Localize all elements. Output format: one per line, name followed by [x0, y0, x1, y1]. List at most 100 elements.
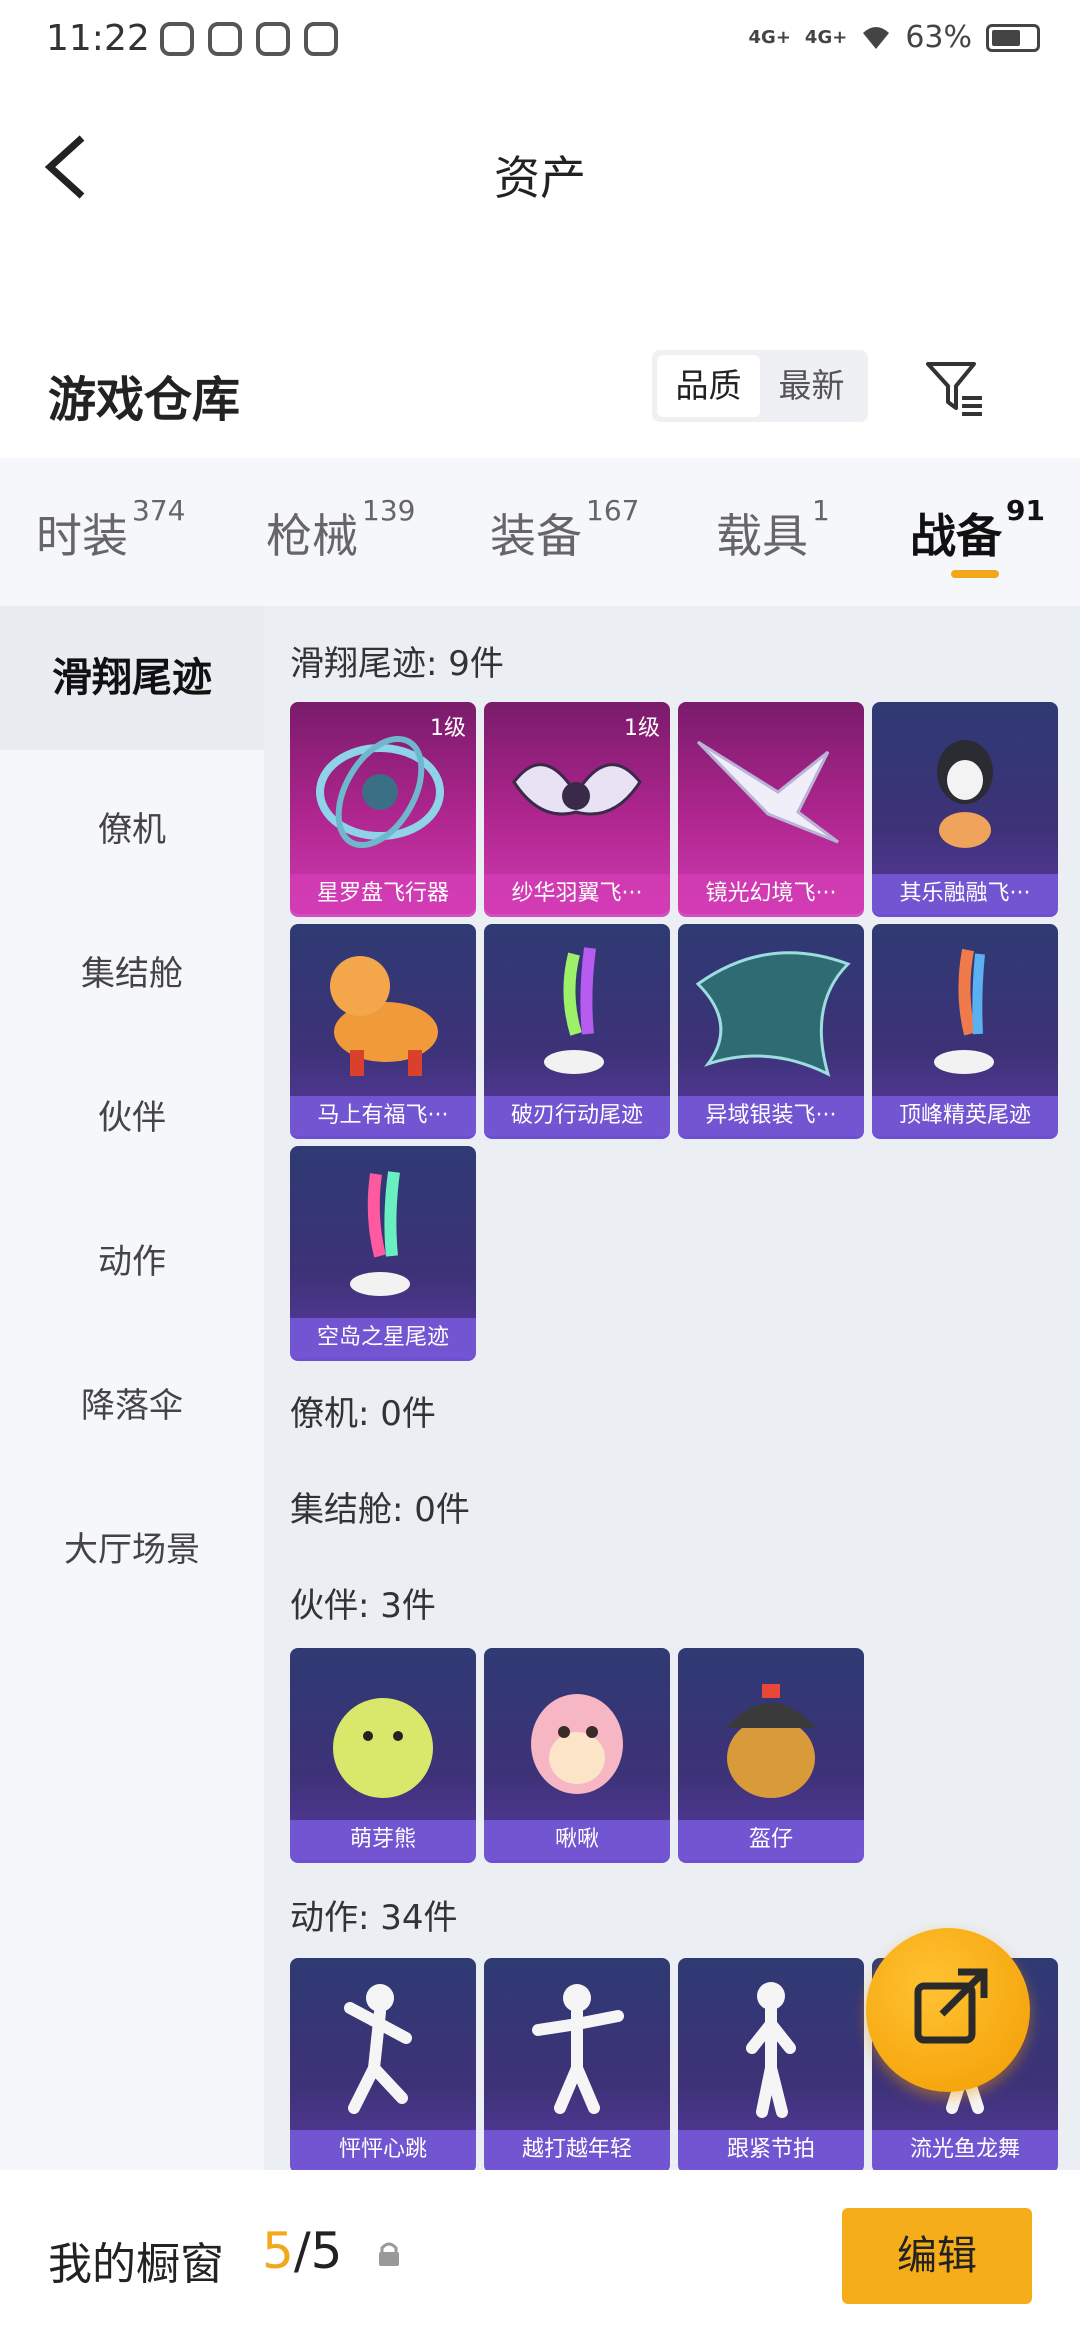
dancer-icon	[532, 1984, 624, 2114]
item-card[interactable]: 怦怦心跳	[290, 1958, 476, 2170]
item-name: 越打越年轻	[484, 2130, 670, 2170]
item-card[interactable]: 越打越年轻	[484, 1958, 670, 2170]
group-title-glide: 滑翔尾迹: 9件	[290, 644, 504, 684]
status-time: 11:22	[46, 18, 150, 59]
battery-percent: 63%	[905, 20, 972, 55]
share-fab-button[interactable]	[866, 1928, 1030, 2092]
tab-fashion[interactable]: 时装 374	[36, 494, 185, 566]
category-tabs: 时装 374 枪械 139 装备 167 载具 1 战备 91	[0, 458, 1080, 606]
showcase-current: 5	[262, 2222, 294, 2280]
app-notification-icon	[160, 22, 194, 56]
signal-icon: 4G+	[804, 27, 848, 48]
tab-count: 139	[362, 494, 416, 527]
sidebar-item-rally-pod[interactable]: 集结舱	[0, 946, 264, 995]
item-name: 盔仔	[678, 1820, 864, 1860]
group-title-emote: 动作: 34件	[290, 1898, 458, 1938]
item-level: 1级	[430, 716, 466, 741]
signal-icon: 4G+	[748, 27, 791, 48]
sort-quality-button[interactable]: 品质	[657, 355, 760, 417]
sidebar-item-emote[interactable]: 动作	[0, 1234, 264, 1283]
item-name: 纱华羽翼飞···	[484, 874, 670, 914]
tab-equipment[interactable]: 装备 167	[490, 494, 639, 566]
showcase-bar: 我的橱窗 5/5 编辑	[0, 2170, 1080, 2340]
armored-wing-icon	[695, 951, 851, 1077]
item-card[interactable]: 萌芽熊	[290, 1648, 476, 1860]
item-name: 镜光幻境飞···	[678, 874, 864, 914]
item-level: 1级	[624, 716, 660, 741]
tab-label: 载具	[716, 509, 808, 563]
dancer-icon	[746, 1982, 796, 2118]
item-card[interactable]: 其乐融融飞···	[872, 702, 1058, 914]
sidebar-item-parachute[interactable]: 降落伞	[0, 1378, 264, 1427]
app-notification-icon	[304, 22, 338, 56]
item-name: 星罗盘飞行器	[290, 874, 476, 914]
status-bar: 11:22 4G+ 4G+ 63%	[0, 0, 1080, 84]
item-name: 啾啾	[484, 1820, 670, 1860]
rainbow-trail-icon	[544, 947, 604, 1074]
helmet-bird-icon	[726, 1684, 816, 1798]
status-right: 4G+ 4G+ 63%	[749, 20, 1040, 55]
showcase-count: 5/5	[262, 2222, 342, 2280]
tab-vehicles[interactable]: 载具 1	[716, 494, 830, 566]
sidebar-item-lobby-scene[interactable]: 大厅场景	[0, 1522, 264, 1571]
item-name: 跟紧节拍	[678, 2130, 864, 2170]
sidebar-item-partner[interactable]: 伙伴	[0, 1090, 264, 1139]
tab-battle-gear[interactable]: 战备 91	[910, 494, 1045, 566]
warehouse-header: 游戏仓库 品质 最新	[0, 330, 1080, 450]
app-notification-icon	[256, 22, 290, 56]
item-card[interactable]: 马上有福飞···	[290, 924, 476, 1136]
sidebar-item-glide-trail[interactable]: 滑翔尾迹	[0, 606, 264, 750]
tab-label: 装备	[490, 509, 582, 563]
top-bar: 资产	[0, 84, 1080, 244]
lock-icon	[379, 2242, 399, 2266]
external-link-icon	[914, 1968, 988, 2044]
item-card[interactable]: 破刃行动尾迹	[484, 924, 670, 1136]
showcase-label: 我的橱窗	[48, 2239, 224, 2290]
group-title-partner: 伙伴: 3件	[290, 1586, 436, 1626]
penguin-icon	[937, 740, 993, 848]
item-card[interactable]: 异域银装飞···	[678, 924, 864, 1136]
sub-category-sidebar: 滑翔尾迹 僚机 集结舱 伙伴 动作 降落伞 大厅场景	[0, 606, 264, 2170]
sidebar-item-wingman[interactable]: 僚机	[0, 802, 264, 851]
filter-icon[interactable]	[922, 356, 986, 420]
item-name: 顶峰精英尾迹	[872, 1096, 1058, 1136]
item-card[interactable]: 啾啾	[484, 1648, 670, 1860]
item-card[interactable]: 盔仔	[678, 1648, 864, 1860]
crystal-wing-icon	[696, 740, 839, 844]
tab-count: 91	[1006, 494, 1045, 527]
sort-newest-button[interactable]: 最新	[760, 355, 863, 417]
item-name: 萌芽熊	[290, 1820, 476, 1860]
item-card[interactable]: 顶峰精英尾迹	[872, 924, 1058, 1136]
sort-toggle: 品质 最新	[652, 350, 868, 422]
item-name: 马上有福飞···	[290, 1096, 476, 1136]
tab-count: 374	[132, 494, 186, 527]
tab-label: 枪械	[266, 509, 358, 563]
tab-count: 167	[586, 494, 640, 527]
page-title: 资产	[494, 151, 586, 205]
notification-icons	[160, 22, 338, 56]
dancer-icon	[344, 1984, 412, 2114]
item-card[interactable]: 空岛之星尾迹	[290, 1146, 476, 1358]
rainbow-trail-icon	[350, 1171, 410, 1296]
edit-button[interactable]: 编辑	[842, 2208, 1032, 2304]
chick-icon	[531, 1694, 623, 1794]
rainbow-trail-icon	[934, 948, 994, 1074]
item-card[interactable]: 跟紧节拍	[678, 1958, 864, 2170]
item-card[interactable]: 镜光幻境飞···	[678, 702, 864, 914]
group-title-pod: 集结舱: 0件	[290, 1490, 470, 1530]
item-card[interactable]: 1级 星罗盘飞行器	[290, 702, 476, 914]
showcase-total: /5	[293, 2222, 343, 2280]
warehouse-title: 游戏仓库	[48, 372, 241, 428]
item-card[interactable]: 1级 纱华羽翼飞···	[484, 702, 670, 914]
item-name: 怦怦心跳	[290, 2130, 476, 2170]
item-name: 空岛之星尾迹	[290, 1318, 476, 1358]
tab-label: 战备	[910, 509, 1002, 563]
bear-icon	[333, 1698, 433, 1798]
app-notification-icon	[208, 22, 242, 56]
active-tab-indicator	[951, 570, 999, 578]
tab-count: 1	[812, 494, 830, 527]
item-name: 其乐融融飞···	[872, 874, 1058, 914]
tab-label: 时装	[36, 509, 128, 563]
tab-firearms[interactable]: 枪械 139	[266, 494, 415, 566]
battery-icon	[986, 23, 1040, 52]
